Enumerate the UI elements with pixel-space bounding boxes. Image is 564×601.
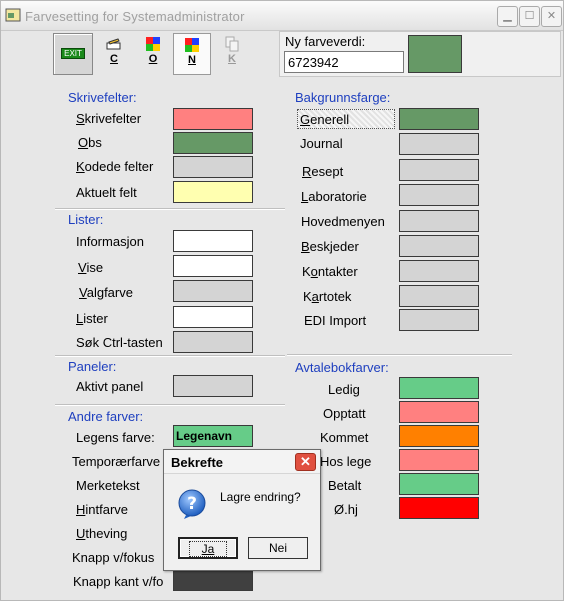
swatch-legens-farve[interactable]: Legenavn [173,425,253,447]
swatch-opptatt[interactable] [399,401,479,423]
copy-icon [225,36,239,52]
swatch-ledig[interactable] [399,377,479,399]
toolbar-button-c[interactable]: C [95,33,133,73]
toolbar-button-o[interactable]: O [134,33,172,73]
label-kartotek: Kartotek [303,289,352,304]
label-informasjon: Informasjon [76,234,144,249]
swatch-lister[interactable] [173,306,253,328]
label-journal: Journal [300,136,343,151]
edit-icon [106,38,121,50]
swatch-kartotek[interactable] [399,285,479,307]
swatch-kodede-felter[interactable] [173,156,253,178]
app-icon [5,8,21,22]
window-title: Farvesetting for Systemadministrator [25,9,245,24]
toolbar-button-k[interactable]: K [213,33,251,73]
swatch-aktivt-panel[interactable] [173,375,253,397]
label-lister: Lister [76,311,108,326]
new-color-label: Ny farveverdi: [285,34,366,49]
title-bar[interactable]: Farvesetting for Systemadministrator ▁ ☐… [1,1,563,31]
palette-icon [146,37,160,51]
label-skrivefelter: Skrivefelter [76,111,142,126]
label-opptatt: Opptatt [323,406,366,421]
label-kodede-felter: Kodede felter [76,159,154,174]
swatch-kommet[interactable] [399,425,479,447]
swatch-skrivefelter[interactable] [173,108,253,130]
maximize-button[interactable]: ☐ [519,6,540,27]
divider [55,404,285,406]
divider [55,355,285,357]
label-aktuelt-felt: Aktuelt felt [76,185,137,200]
label-ledig: Ledig [328,382,360,397]
dialog-message: Lagre endring? [220,490,301,504]
label-kommet: Kommet [320,430,369,445]
section-andre-title: Andre farver: [68,409,144,424]
main-window: Farvesetting for Systemadministrator ▁ ☐… [0,0,564,601]
dialog-title: Bekrefte [171,455,224,470]
swatch-valgfarve[interactable] [173,280,253,302]
swatch-beskjeder[interactable] [399,235,479,257]
label-obs: Obs [78,135,102,150]
label-ohj: Ø.hj [334,502,358,517]
palette-icon [185,38,199,52]
swatch-aktuelt-felt[interactable] [173,181,253,203]
question-icon: ? [178,489,206,519]
dialog-close-button[interactable]: ✕ [295,453,316,471]
swatch-generell[interactable] [399,108,479,130]
section-avtalebok-title: Avtalebokfarver: [295,360,389,375]
label-resept: Resept [302,164,344,179]
divider [287,354,512,356]
label-laboratorie: Laboratorie [301,189,367,204]
swatch-betalt[interactable] [399,473,479,495]
section-paneler-title: Paneler: [68,359,117,374]
section-skrivefelter-title: Skrivefelter: [68,90,137,105]
label-kontakter: Kontakter [302,264,358,279]
swatch-obs[interactable] [173,132,253,154]
swatch-hos-lege[interactable] [399,449,479,471]
swatch-vise[interactable] [173,255,253,277]
swatch-laboratorie[interactable] [399,184,479,206]
confirm-dialog: Bekrefte ✕ ? Lagre endring? Ja Nei [163,449,321,571]
label-legens-farve: Legens farve: [76,430,155,445]
label-hovedmenyen: Hovedmenyen [301,214,385,229]
dialog-title-bar[interactable]: Bekrefte ✕ [164,450,320,474]
new-color-preview [408,35,462,73]
label-merketekst: Merketekst [76,478,140,493]
label-betalt: Betalt [328,478,362,493]
label-generell[interactable]: Generell [297,109,395,129]
close-button[interactable]: ✕ [541,6,562,27]
swatch-journal[interactable] [399,133,479,155]
label-valgfarve: Valgfarve [79,285,133,300]
yes-button[interactable]: Ja [178,537,238,559]
label-hintfarve: Hintfarve [76,502,129,517]
section-lister-title: Lister: [68,212,104,227]
label-beskjeder: Beskjeder [301,239,359,254]
label-knapp-kant: Knapp kant v/fo [73,574,164,589]
exit-button[interactable]: EXIT [53,33,93,75]
label-edi-import: EDI Import [304,313,367,328]
label-sok-ctrl: Søk Ctrl-tasten [76,335,163,350]
label-aktivt-panel: Aktivt panel [76,379,144,394]
exit-icon: EXIT [61,48,85,59]
toolbar-button-n[interactable]: N [173,33,211,75]
label-hos-lege: Hos lege [320,454,372,469]
new-color-panel: Ny farveverdi: 6723942 [279,31,561,77]
swatch-hovedmenyen[interactable] [399,210,479,232]
new-color-input[interactable]: 6723942 [284,51,404,73]
swatch-kontakter[interactable] [399,260,479,282]
label-temporaerfarve: Temporærfarve [72,454,161,469]
divider [55,208,285,210]
swatch-resept[interactable] [399,159,479,181]
swatch-edi-import[interactable] [399,309,479,331]
swatch-sok-ctrl[interactable] [173,331,253,353]
minimize-button[interactable]: ▁ [497,6,518,27]
label-utheving: Utheving [76,526,128,541]
swatch-knapp-kant[interactable] [173,571,253,591]
label-knapp-fokus: Knapp v/fokus [72,550,155,565]
swatch-ohj[interactable] [399,497,479,519]
no-button[interactable]: Nei [248,537,308,559]
section-bakgrunn-title: Bakgrunnsfarge: [295,90,391,105]
swatch-informasjon[interactable] [173,230,253,252]
label-vise: Vise [78,260,104,275]
svg-text:?: ? [187,494,197,514]
